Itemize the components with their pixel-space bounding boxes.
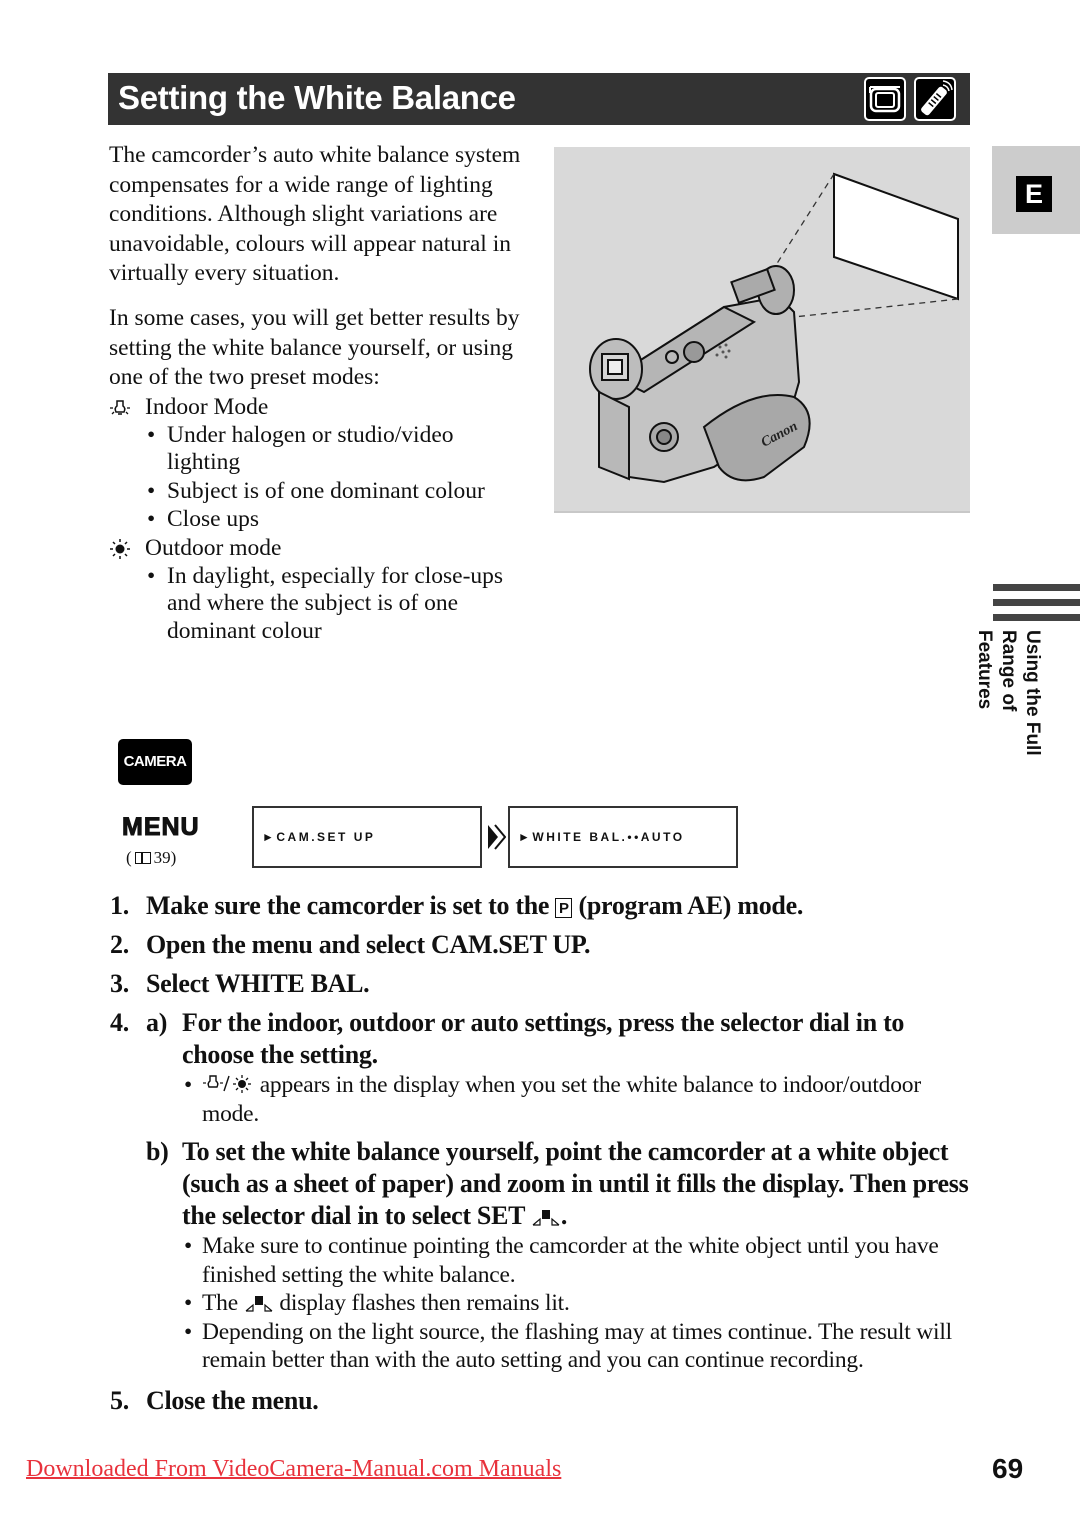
- step-3: 3. Select WHITE BAL.: [110, 969, 370, 998]
- indoor-bulb-icon: [110, 400, 130, 415]
- step-1: 1. Make sure the camcorder is set to the…: [110, 891, 804, 920]
- list-item: Make sure to continue pointing the camco…: [184, 1232, 980, 1289]
- outdoor-mode-label: Outdoor mode: [145, 534, 282, 561]
- step-4b-notes: Make sure to continue pointing the camco…: [110, 1232, 980, 1375]
- list-item: Depending on the light source, the flash…: [184, 1318, 980, 1375]
- step-4: 4. a) For the indoor, outdoor or auto se…: [110, 1007, 980, 1375]
- step-4a: a) For the indoor, outdoor or auto setti…: [146, 1008, 905, 1069]
- white-balance-set-icon: [245, 1296, 273, 1312]
- indoor-mode-list: Under halogen or studio/video lighting S…: [109, 422, 539, 534]
- indoor-mode: Indoor Mode: [109, 393, 539, 422]
- section-label-line1: Using the Full: [1022, 630, 1043, 756]
- list-item: Under halogen or studio/video lighting: [147, 422, 497, 477]
- intro-paragraph-2: In some cases, you will get better resul…: [109, 304, 520, 391]
- outdoor-mode: Outdoor mode: [109, 534, 539, 563]
- list-item: The display flashes then remains lit.: [184, 1289, 980, 1318]
- page-reference: (39): [126, 848, 177, 867]
- indoor-mode-label: Indoor Mode: [145, 393, 269, 420]
- list-item: Subject is of one dominant colour: [147, 477, 539, 506]
- white-paper-sheet: [833, 172, 959, 301]
- white-balance-set-icon: [532, 1210, 560, 1226]
- step-2: 2. Open the menu and select CAM.SET UP.: [110, 930, 591, 959]
- chapter-letter: E: [1016, 176, 1052, 212]
- next-arrow-icon: [488, 824, 506, 850]
- page-title: Setting the White Balance: [118, 79, 516, 116]
- book-icon: [134, 852, 151, 864]
- camera-mode-badge: CAMERA: [118, 739, 192, 785]
- list-item: In daylight, especially for close-ups an…: [147, 563, 512, 646]
- camcorder-illustration: Canon: [554, 147, 970, 513]
- section-marker-bars: [993, 584, 1080, 629]
- list-item: Close ups: [147, 505, 539, 534]
- section-label-line2: Range of Features: [974, 630, 1019, 712]
- camcorder-body: [589, 265, 811, 484]
- program-ae-icon: P: [555, 898, 573, 918]
- menu-label: MENU: [122, 813, 200, 842]
- menu-screen-cam-setup: ►CAM.SET UP: [252, 806, 482, 868]
- intro-section: The camcorder’s auto white balance syste…: [109, 141, 539, 645]
- step-5: 5. Close the menu.: [110, 1385, 319, 1415]
- indoor-outdoor-icon: [203, 1075, 251, 1093]
- section-title-bar: Setting the White Balance: [108, 73, 970, 125]
- step-4a-notes: appears in the display when you set the …: [110, 1071, 980, 1128]
- list-item: appears in the display when you set the …: [184, 1071, 980, 1128]
- instruction-steps: 1. Make sure the camcorder is set to the…: [110, 890, 980, 1417]
- section-label: Using the Full Range of Features: [974, 630, 1044, 795]
- intro-paragraph-1: The camcorder’s auto white balance syste…: [109, 142, 521, 287]
- step-4b: b) To set the white balance yourself, po…: [146, 1137, 969, 1230]
- remote-control-icon: [914, 77, 956, 121]
- chapter-tab: E: [992, 146, 1080, 234]
- outdoor-sun-icon: [110, 538, 130, 559]
- menu-screen-white-bal: ►WHITE BAL.••AUTO: [508, 806, 738, 868]
- camcorder-icon: [864, 77, 906, 121]
- download-source-link[interactable]: Downloaded From VideoCamera-Manual.com M…: [26, 1456, 561, 1483]
- page-number: 69: [992, 1453, 1024, 1484]
- outdoor-mode-list: In daylight, especially for close-ups an…: [109, 563, 539, 646]
